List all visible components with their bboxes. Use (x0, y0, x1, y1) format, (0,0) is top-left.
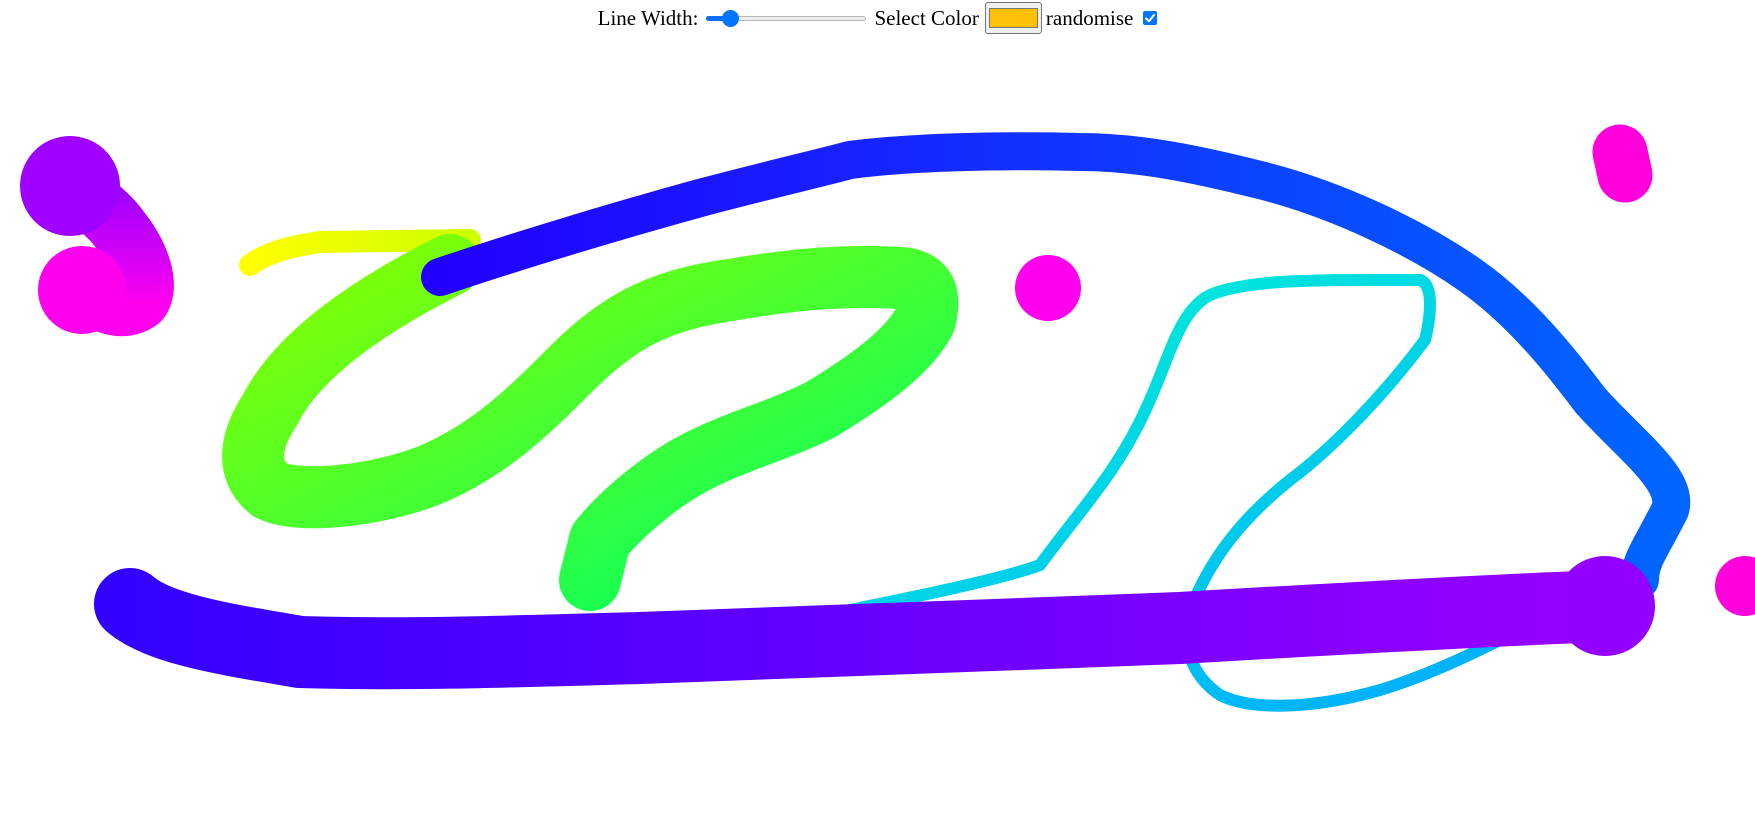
color-picker[interactable] (984, 2, 1042, 34)
magenta-top-left-start-dot (20, 136, 120, 236)
purple-bar-end-dot (1555, 556, 1655, 656)
randomise-label: randomise (1045, 5, 1134, 30)
randomise-checkbox[interactable] (1143, 11, 1158, 25)
magenta-dot-top-right (1592, 124, 1653, 203)
toolbar: Line Width: Select Color randomise (0, 0, 1755, 36)
green-loop-stroke (222, 234, 959, 611)
slider-thumb[interactable] (722, 10, 740, 27)
purple-bar-stroke (94, 568, 1641, 690)
select-color-label: Select Color (874, 5, 979, 30)
line-width-slider[interactable] (706, 8, 867, 28)
magenta-top-left-end-dot (38, 246, 126, 334)
color-swatch (988, 8, 1038, 28)
magenta-dot-right-edge (1715, 556, 1755, 616)
magenta-dot-center (1015, 255, 1081, 321)
checkmark-icon (1145, 14, 1156, 23)
drawing-canvas[interactable] (0, 0, 1755, 815)
line-width-label: Line Width: (597, 5, 699, 30)
